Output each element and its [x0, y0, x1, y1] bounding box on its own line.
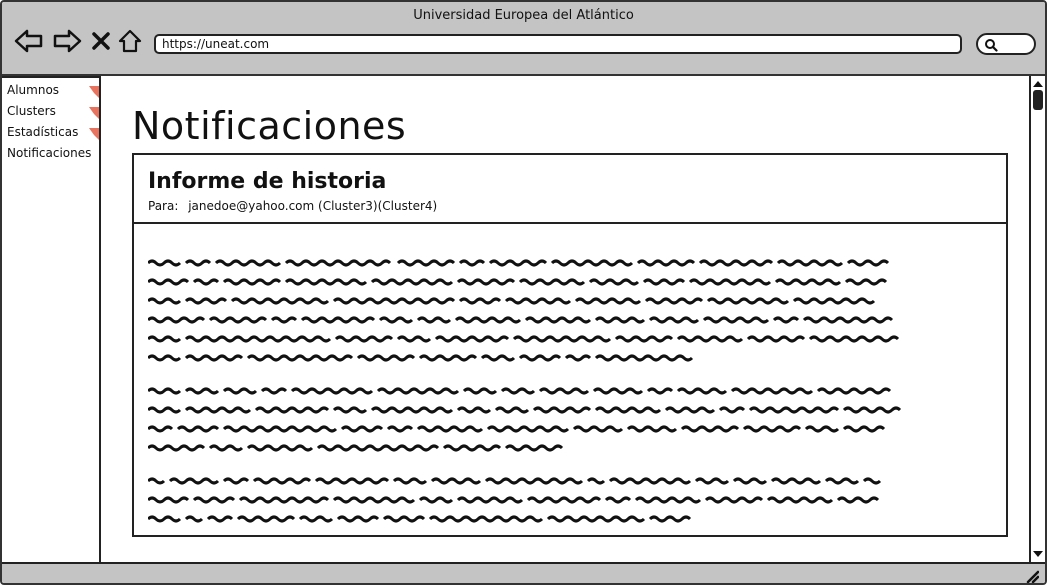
- redacted-text-line: [146, 387, 892, 395]
- arrow-left-icon: [14, 29, 43, 53]
- redacted-text-line: [146, 496, 880, 504]
- address-bar[interactable]: https://uneat.com: [154, 34, 962, 54]
- forward-button[interactable]: [52, 26, 82, 56]
- home-button[interactable]: [116, 26, 144, 56]
- recipient-value: janedoe@yahoo.com (Cluster3)(Cluster4): [188, 199, 438, 213]
- sidebar-item-label: Notificaciones: [7, 146, 92, 160]
- redacted-text-line: [146, 335, 900, 343]
- notification-header: Informe de historia Para: janedoe@yahoo.…: [134, 155, 1006, 224]
- redacted-text-line: [146, 477, 882, 485]
- scroll-down-icon[interactable]: [1032, 548, 1044, 560]
- vertical-scrollbar[interactable]: [1029, 76, 1045, 562]
- scrollbar-thumb[interactable]: [1033, 90, 1043, 110]
- notification-recipient-line: Para: janedoe@yahoo.com (Cluster3)(Clust…: [148, 199, 437, 213]
- home-icon: [118, 29, 142, 53]
- resize-grip-icon[interactable]: [1025, 569, 1039, 583]
- redacted-text-line: [146, 515, 692, 523]
- sidebar-item-alumnos[interactable]: Alumnos: [2, 80, 99, 101]
- sidebar-item-notificaciones[interactable]: Notificaciones: [2, 143, 99, 164]
- page-title: Notificaciones: [132, 104, 407, 148]
- body-paragraph: [146, 473, 908, 530]
- redacted-text-line: [146, 406, 902, 414]
- redacted-text-line: [146, 297, 876, 305]
- sidebar-item-estadisticas[interactable]: Estadísticas: [2, 122, 99, 143]
- notification-card[interactable]: Informe de historia Para: janedoe@yahoo.…: [132, 153, 1008, 537]
- sidebar: Alumnos Clusters Estadísticas Notificaci…: [2, 76, 101, 562]
- flag-icon: [89, 107, 99, 119]
- redacted-text-line: [146, 259, 890, 267]
- back-button[interactable]: [14, 26, 44, 56]
- browser-toolbar: Universidad Europea del Atlántico https:…: [2, 2, 1045, 76]
- redacted-text-line: [146, 278, 888, 286]
- body-paragraph: [146, 255, 908, 369]
- stop-button[interactable]: [88, 26, 114, 56]
- notification-title: Informe de historia: [148, 169, 387, 194]
- search-icon: [985, 39, 998, 52]
- notification-body: [146, 255, 908, 544]
- redacted-text-line: [146, 444, 564, 452]
- sidebar-item-label: Alumnos: [7, 83, 60, 97]
- sidebar-item-label: Clusters: [7, 104, 56, 118]
- redacted-text-line: [146, 425, 886, 433]
- body-paragraph: [146, 383, 908, 459]
- scroll-up-icon[interactable]: [1032, 78, 1044, 90]
- sidebar-item-clusters[interactable]: Clusters: [2, 101, 99, 122]
- flag-icon: [89, 86, 99, 98]
- arrow-right-icon: [53, 29, 82, 53]
- close-icon: [92, 32, 110, 50]
- browser-window: Universidad Europea del Atlántico https:…: [0, 0, 1047, 585]
- recipient-label: Para:: [148, 199, 179, 213]
- status-bar: [2, 562, 1045, 583]
- search-box[interactable]: [976, 33, 1036, 55]
- redacted-text-line: [146, 354, 694, 362]
- main-content: Notificaciones Informe de historia Para:…: [101, 76, 1029, 562]
- sidebar-item-label: Estadísticas: [7, 125, 79, 139]
- window-title: Universidad Europea del Atlántico: [413, 8, 634, 23]
- flag-icon: [89, 128, 99, 140]
- redacted-text-line: [146, 316, 894, 324]
